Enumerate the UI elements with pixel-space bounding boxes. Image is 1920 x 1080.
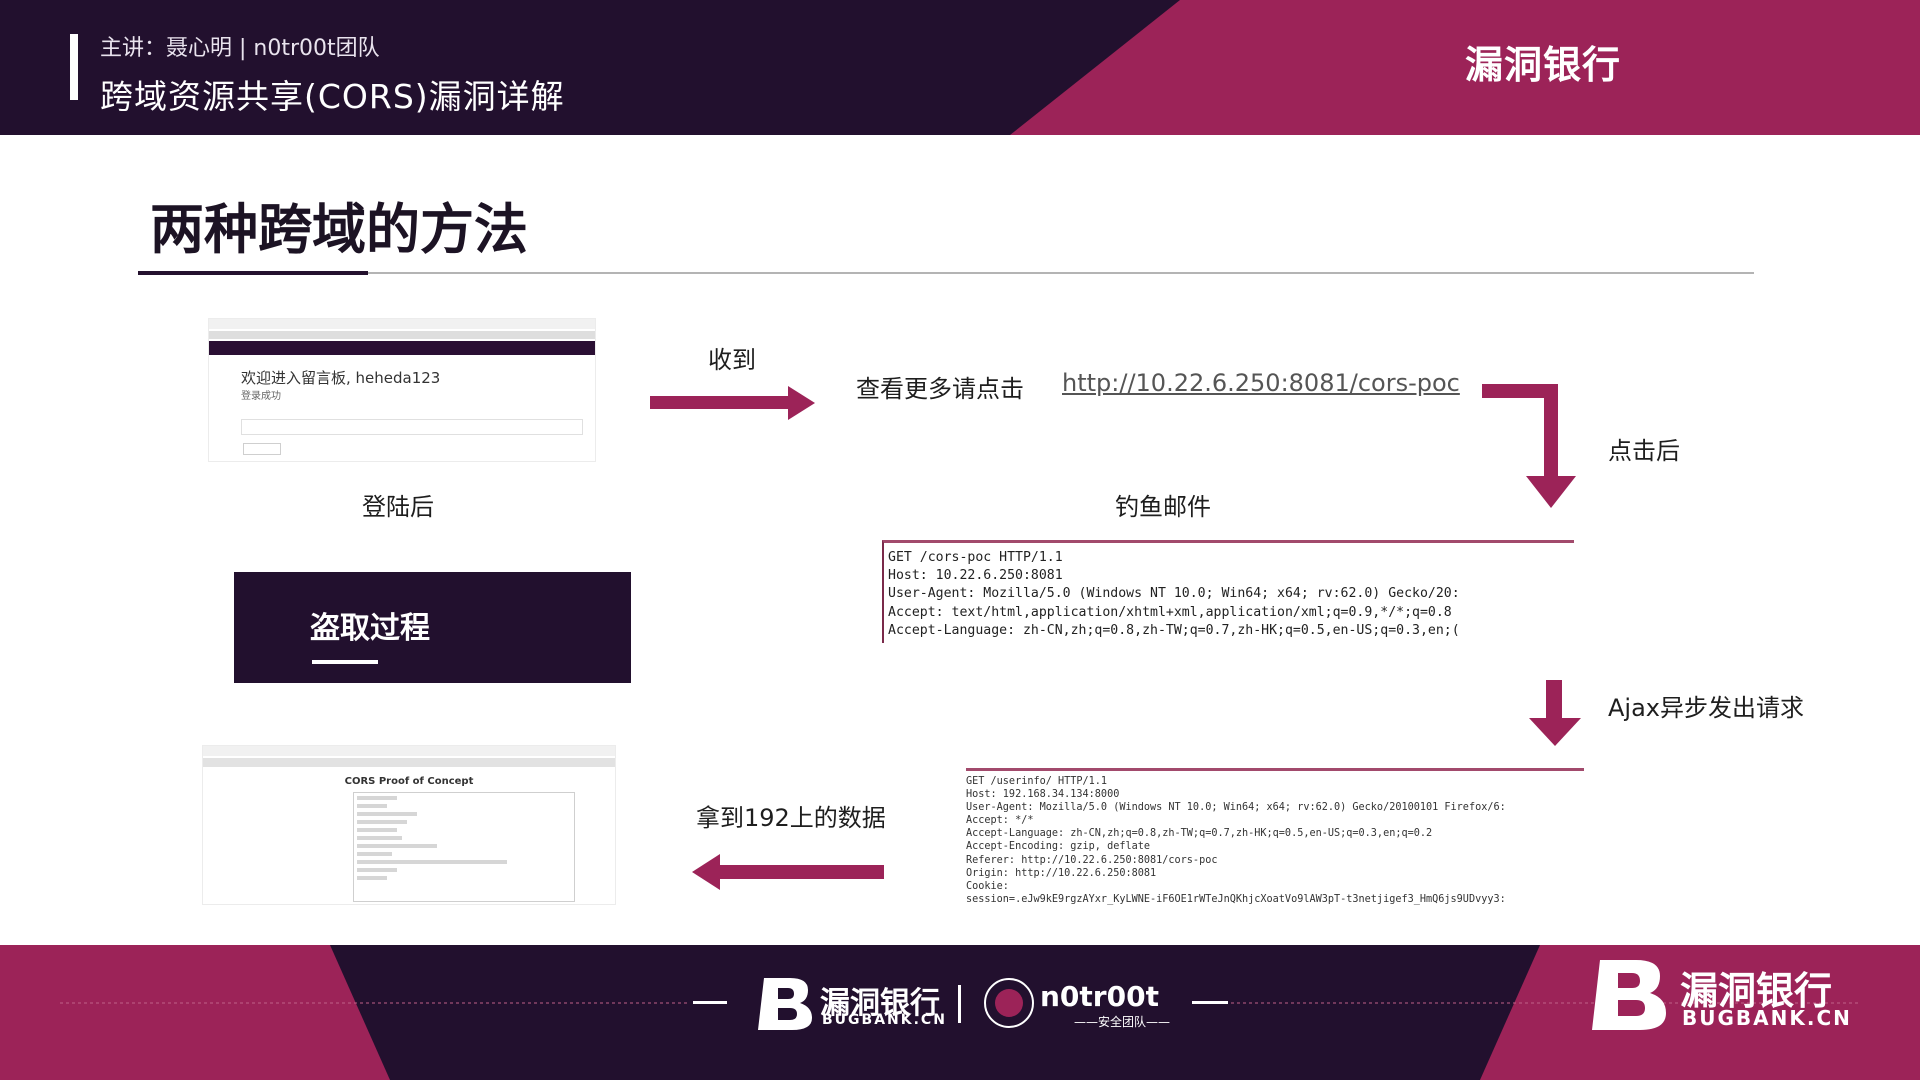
title-divider-accent	[138, 271, 368, 275]
talk-title: 跨域资源共享(CORS)漏洞详解	[100, 77, 565, 116]
title-divider	[138, 272, 1754, 274]
caption-ajax-request: Ajax异步发出请求	[1608, 694, 1804, 722]
brand-logo-text: 漏洞银行	[1465, 43, 1622, 87]
http-request-userinfo: GET /userinfo/ HTTP/1.1 Host: 192.168.34…	[966, 768, 1584, 909]
login-page-screenshot: 欢迎进入留言板, heheda123 登录成功	[208, 318, 596, 462]
section-title: 两种跨域的方法	[150, 198, 528, 261]
browser-address-bar	[209, 319, 595, 329]
phishing-link[interactable]: http://10.22.6.250:8081/cors-poc	[1062, 369, 1460, 397]
footer-team-name: n0tr00t	[1040, 980, 1159, 1013]
welcome-text: 欢迎进入留言板, heheda123	[241, 369, 441, 387]
browser-address-bar	[203, 746, 615, 756]
bugbank-logo-icon	[758, 978, 812, 1030]
site-nav-bar	[209, 341, 595, 355]
steal-process-underline	[312, 660, 378, 664]
caption-received: 收到	[708, 346, 756, 374]
http-request-cors-poc: GET /cors-poc HTTP/1.1 Host: 10.22.6.250…	[882, 540, 1574, 643]
phishing-prompt-text: 查看更多请点击	[856, 375, 1024, 403]
bugbank-large-logo-icon	[1592, 960, 1666, 1030]
caption-after-login: 登陆后	[362, 493, 434, 521]
submit-button-thumbnail	[243, 443, 281, 455]
login-success-text: 登录成功	[241, 391, 281, 402]
caption-after-click: 点击后	[1608, 437, 1680, 465]
footer-brand-url-large: BUGBANK.CN	[1682, 1006, 1852, 1030]
arrow-down-icon	[1529, 680, 1581, 746]
header-accent-bar	[70, 34, 78, 100]
http-request-cors-poc-text: GET /cors-poc HTTP/1.1 Host: 10.22.6.250…	[888, 550, 1460, 638]
footer-team-subtitle: ——安全团队——	[1074, 1015, 1171, 1029]
cors-poc-screenshot: CORS Proof of Concept	[202, 745, 616, 905]
arrow-left-icon	[692, 854, 884, 890]
caption-phishing-mail: 钓鱼邮件	[1115, 493, 1211, 521]
footer-brand-url: BUGBANK.CN	[822, 1012, 947, 1028]
arrow-turn-down-icon	[1482, 384, 1576, 508]
poc-page-title: CORS Proof of Concept	[344, 776, 474, 787]
n0tr00t-logo-icon	[984, 978, 1034, 1028]
caption-got-data: 拿到192上的数据	[696, 804, 886, 832]
browser-bookmarks-bar	[209, 331, 595, 339]
steal-process-box	[234, 572, 631, 683]
poc-response-lines	[357, 796, 537, 884]
http-request-userinfo-text: GET /userinfo/ HTTP/1.1 Host: 192.168.34…	[966, 776, 1506, 905]
speaker-info: 主讲：聂心明 | n0tr00t团队	[100, 36, 380, 61]
steal-process-label: 盗取过程	[310, 611, 430, 646]
message-input-box	[241, 419, 583, 435]
browser-bookmarks-bar	[203, 758, 615, 767]
arrow-right-icon	[650, 386, 815, 420]
